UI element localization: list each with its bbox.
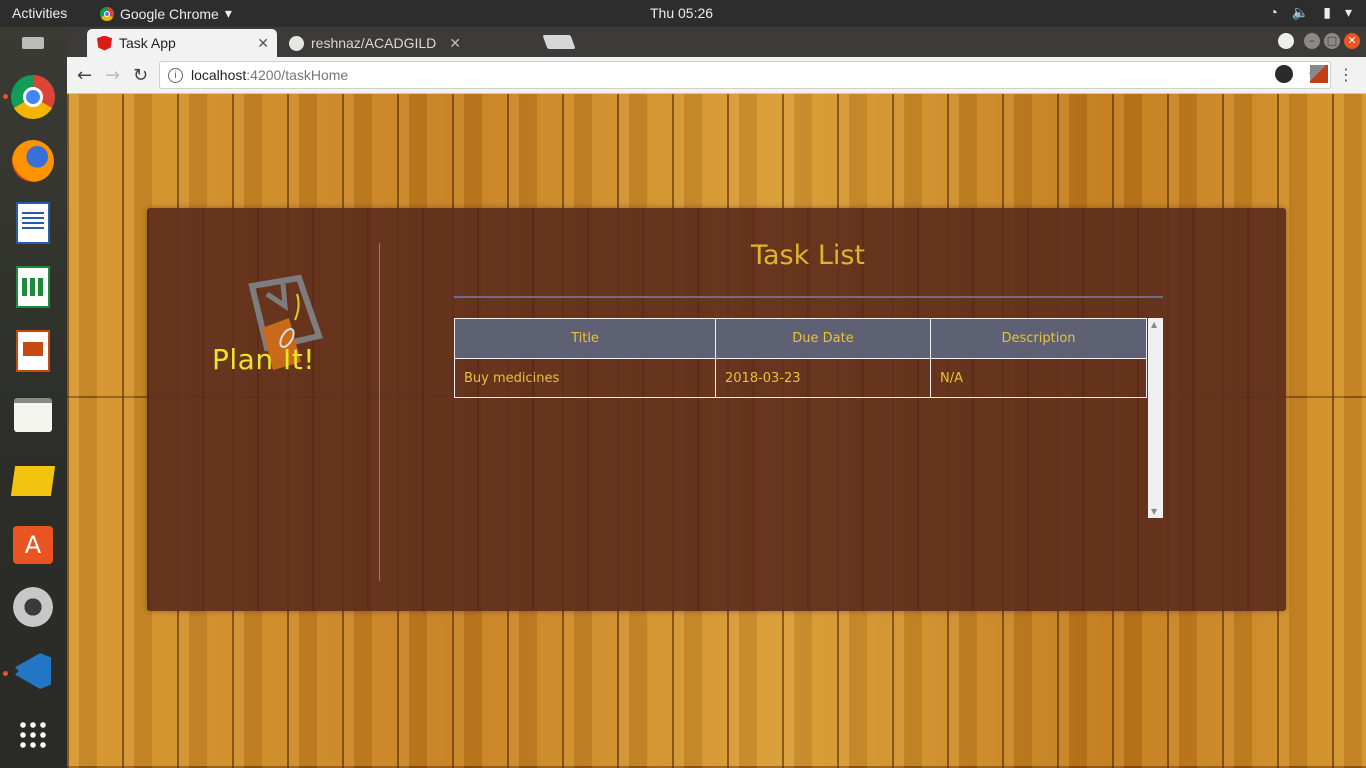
activities-button[interactable]: Activities (12, 5, 67, 21)
software-center-icon[interactable]: A (9, 521, 57, 569)
forward-arrow-icon[interactable]: → (105, 65, 120, 86)
volume-icon: 🔈 (1291, 4, 1310, 20)
page-background: Plan It! Task List Title Due Date Descri… (67, 94, 1366, 768)
angular-icon (97, 35, 112, 51)
column-header-due-date[interactable]: Due Date (715, 318, 931, 359)
logo-text: Plan It! (212, 343, 315, 376)
table-scrollbar[interactable]: ▲ ▼ (1148, 318, 1163, 518)
system-tray[interactable]: ◔ 🔈 ▮ ▾ (1269, 4, 1352, 21)
app-menu[interactable]: Google Chrome ▾ (100, 5, 232, 22)
title-divider (454, 296, 1163, 298)
tab-label: reshnaz/ACADGILD (311, 35, 437, 51)
dark-mode-extension-icon[interactable] (1275, 65, 1293, 83)
scroll-up-arrow-icon[interactable]: ▲ (1151, 320, 1157, 329)
task-title-cell: Buy medicines (454, 358, 716, 398)
settings-gear-icon[interactable] (9, 583, 57, 631)
chrome-icon (100, 6, 114, 21)
files-icon[interactable] (9, 33, 57, 53)
tab-task-app[interactable]: Task App ✕ (87, 29, 277, 57)
clock[interactable]: Thu 05:26 (650, 5, 713, 21)
menu-kebab-icon[interactable]: ⋮ (1338, 65, 1354, 84)
column-header-title[interactable]: Title (454, 318, 716, 359)
window-close-icon[interactable]: ✕ (1344, 33, 1360, 49)
running-indicator (3, 94, 8, 99)
task-due-date-cell: 2018-03-23 (715, 358, 931, 398)
reload-icon[interactable]: ↻ (133, 65, 148, 86)
table-header-row: Title Due Date Description (454, 318, 1147, 359)
table-row[interactable]: Buy medicines 2018-03-23 N/A (454, 358, 1147, 398)
battery-icon: ▮ (1323, 4, 1331, 20)
minimize-icon[interactable]: – (1304, 33, 1320, 49)
browser-toolbar: ← → ↻ i localhost:4200/taskHome ☆ ⋮ (67, 57, 1366, 94)
calc-icon[interactable] (9, 263, 57, 311)
show-apps-grid-icon[interactable] (9, 711, 57, 759)
task-description-cell: N/A (930, 358, 1147, 398)
running-indicator (3, 671, 8, 676)
chevron-down-icon: ▾ (1344, 4, 1352, 20)
firefox-icon[interactable] (9, 137, 57, 185)
close-icon[interactable]: ✕ (449, 35, 461, 52)
url-path: :4200/taskHome (246, 67, 349, 83)
profile-icon[interactable] (1278, 33, 1294, 49)
vertical-divider (379, 243, 380, 581)
chrome-icon[interactable] (9, 73, 57, 121)
task-table: Title Due Date Description Buy medicines… (454, 318, 1147, 398)
page-title: Task List (750, 240, 866, 271)
address-bar[interactable]: i localhost:4200/taskHome ☆ (159, 61, 1331, 89)
browser-tab-strip: Task App ✕ reshnaz/ACADGILD ✕ – □ ✕ (67, 27, 1366, 57)
extension-icon[interactable] (1310, 65, 1328, 83)
window-controls: – □ ✕ (1304, 33, 1360, 49)
app-menu-label: Google Chrome (120, 5, 219, 22)
tab-label: Task App (119, 35, 176, 51)
wifi-icon: ◔ (1269, 4, 1278, 20)
github-icon (289, 35, 304, 51)
tab-github[interactable]: reshnaz/ACADGILD ✕ (279, 29, 469, 57)
new-tab-button[interactable] (542, 35, 576, 49)
system-top-bar: Activities Google Chrome ▾ Thu 05:26 ◔ 🔈… (0, 0, 1366, 27)
vscode-icon[interactable] (9, 647, 57, 695)
back-arrow-icon[interactable]: ← (77, 65, 92, 86)
impress-icon[interactable] (9, 327, 57, 375)
launcher-dock: A (0, 27, 67, 768)
text-editor-icon[interactable] (9, 391, 57, 439)
url-host: localhost (191, 67, 247, 83)
close-icon[interactable]: ✕ (257, 35, 269, 52)
writer-icon[interactable] (9, 199, 57, 247)
info-icon[interactable]: i (168, 67, 183, 83)
maximize-icon[interactable]: □ (1324, 33, 1340, 49)
notes-icon[interactable] (9, 457, 57, 505)
column-header-description[interactable]: Description (930, 318, 1147, 359)
task-table-container[interactable]: Title Due Date Description Buy medicines… (454, 318, 1163, 518)
scroll-down-arrow-icon[interactable]: ▼ (1151, 507, 1157, 516)
chevron-down-icon: ▾ (224, 5, 232, 21)
main-panel: Plan It! Task List Title Due Date Descri… (147, 208, 1286, 611)
